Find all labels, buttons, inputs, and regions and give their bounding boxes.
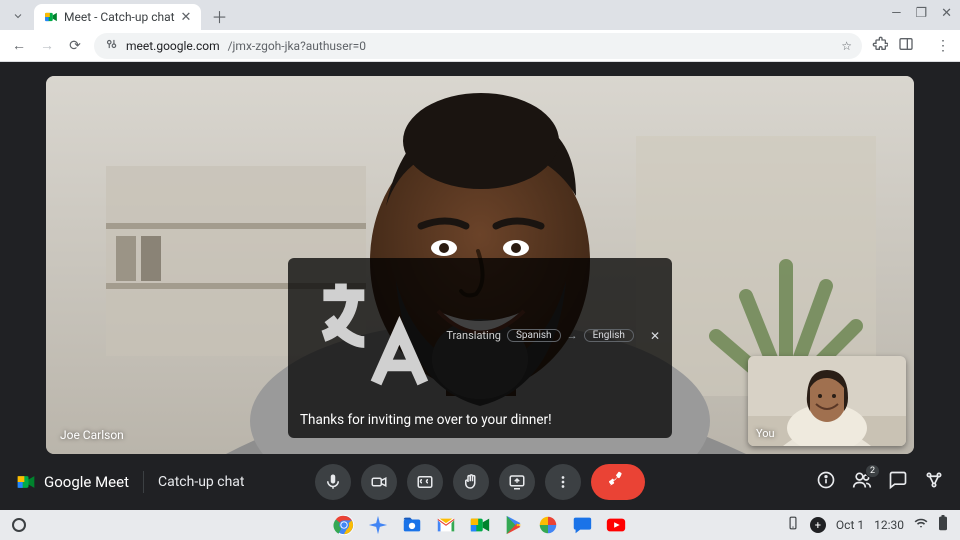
raise-hand-button[interactable] [453, 464, 489, 500]
phone-hub-icon[interactable] [786, 516, 800, 534]
translating-label: Translating [446, 329, 501, 342]
forward-button[interactable]: → [38, 37, 56, 54]
url-host: meet.google.com [126, 39, 220, 53]
mute-mic-button[interactable] [315, 464, 351, 500]
youtube-app-icon[interactable] [605, 514, 627, 536]
extensions-button[interactable] [872, 36, 888, 56]
tab-title: Meet - Catch-up chat [64, 10, 175, 24]
chrome-app-icon[interactable] [333, 514, 355, 536]
meeting-name: Catch-up chat [158, 474, 245, 490]
quick-settings-add-icon[interactable]: + [810, 517, 826, 533]
battery-icon[interactable] [938, 515, 948, 535]
site-info-icon[interactable] [104, 37, 118, 54]
url-path: /jmx-zgoh-jka?authuser=0 [228, 39, 366, 53]
self-view-label: You [756, 427, 775, 440]
tab-search-button[interactable] [6, 4, 30, 28]
source-language-pill[interactable]: Spanish [507, 329, 561, 342]
activities-button[interactable] [924, 470, 944, 494]
caption-text: Thanks for inviting me over to your dinn… [300, 412, 660, 428]
window-restore-button[interactable]: ❐ [915, 6, 927, 21]
brand-label: Google Meet [44, 473, 129, 491]
play-store-icon[interactable] [503, 514, 525, 536]
main-video-tile: Joe Carlson Translating Spanish → Englis… [46, 76, 914, 454]
people-count-badge: 2 [865, 464, 880, 478]
profile-button[interactable] [924, 38, 926, 54]
camera-button[interactable] [361, 464, 397, 500]
people-button[interactable]: 2 [852, 470, 872, 494]
back-button[interactable]: ← [10, 37, 28, 54]
shelf-time[interactable]: 12:30 [874, 518, 904, 532]
caption-close-button[interactable]: ✕ [650, 329, 660, 343]
launcher-button[interactable] [12, 518, 26, 532]
caption-panel: Translating Spanish → English ✕ Thanks f… [288, 258, 672, 438]
messages-app-icon[interactable] [571, 514, 593, 536]
meet-favicon-icon [44, 10, 58, 24]
bookmark-star-icon[interactable]: ☆ [841, 39, 852, 53]
translate-icon [300, 266, 440, 406]
gemini-app-icon[interactable] [367, 514, 389, 536]
reload-button[interactable]: ⟳ [66, 38, 84, 54]
address-bar[interactable]: meet.google.com/jmx-zgoh-jka?authuser=0 … [94, 33, 862, 59]
shelf-date[interactable]: Oct 1 [836, 518, 864, 532]
self-view-tile[interactable]: You [748, 356, 906, 446]
new-tab-button[interactable]: ＋ [207, 4, 231, 28]
leave-call-button[interactable] [591, 464, 645, 500]
meet-app-icon[interactable] [469, 514, 491, 536]
window-minimize-button[interactable]: — [891, 6, 901, 21]
browser-tab[interactable]: Meet - Catch-up chat ✕ [34, 4, 201, 30]
participant-name-label: Joe Carlson [60, 428, 124, 442]
gmail-app-icon[interactable] [435, 514, 457, 536]
arrow-right-icon: → [567, 329, 578, 342]
tab-close-button[interactable]: ✕ [181, 10, 192, 25]
meeting-details-button[interactable] [816, 470, 836, 494]
wifi-icon[interactable] [914, 516, 928, 534]
more-options-button[interactable] [545, 464, 581, 500]
google-meet-logo-icon [16, 472, 36, 492]
photos-app-icon[interactable] [537, 514, 559, 536]
chrome-menu-button[interactable]: ⋮ [936, 38, 950, 54]
side-panel-button[interactable] [898, 36, 914, 56]
window-close-button[interactable]: ✕ [941, 6, 952, 21]
divider [143, 471, 144, 493]
captions-button[interactable] [407, 464, 443, 500]
present-screen-button[interactable] [499, 464, 535, 500]
target-language-pill[interactable]: English [584, 329, 634, 342]
files-app-icon[interactable] [401, 514, 423, 536]
chat-button[interactable] [888, 470, 908, 494]
